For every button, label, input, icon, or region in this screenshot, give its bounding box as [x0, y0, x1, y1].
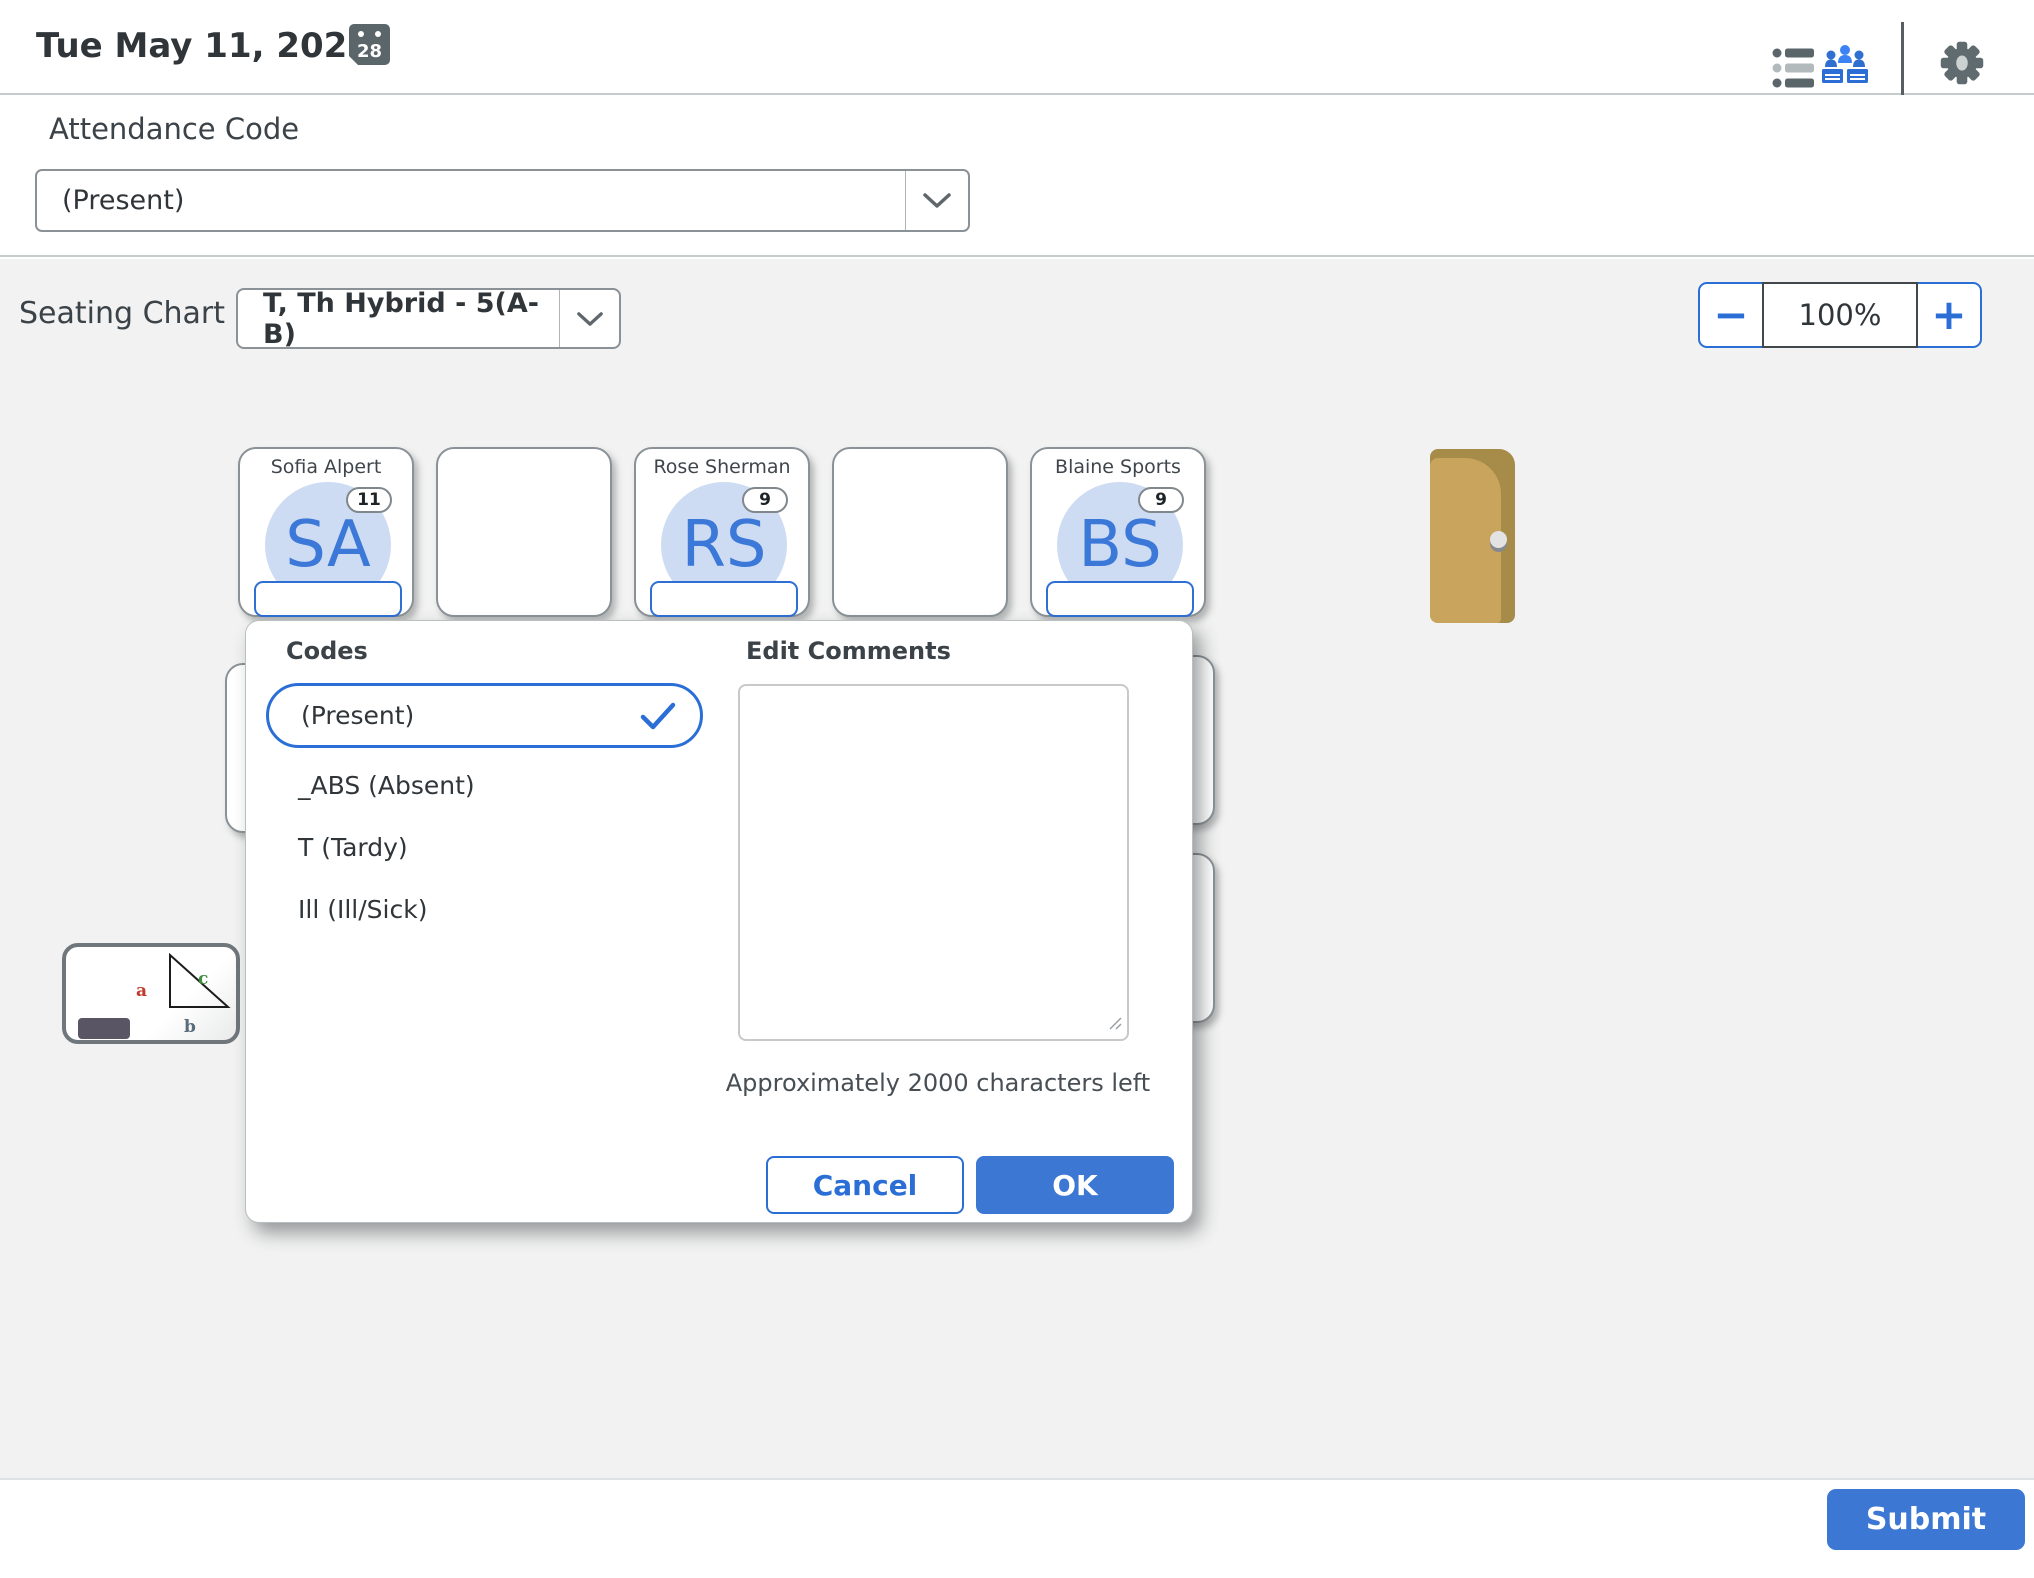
- attendance-code-value: (Present): [37, 185, 905, 216]
- comment-textarea[interactable]: [738, 684, 1129, 1041]
- attendance-code-field[interactable]: [254, 581, 402, 617]
- whiteboard-graphic[interactable]: a c b: [62, 943, 240, 1044]
- avatar-initials: BS: [1078, 508, 1161, 582]
- seat-card-empty[interactable]: [436, 447, 612, 617]
- characters-left-text: Approximately 2000 characters left: [698, 1069, 1178, 1097]
- code-option-label: (Present): [269, 701, 640, 730]
- header-bar: Tue May 11, 2021 28: [0, 0, 2034, 95]
- seat-card-empty[interactable]: [832, 447, 1008, 617]
- grade-badge: 11: [346, 487, 392, 513]
- calendar-fold: [349, 56, 358, 65]
- seating-chart-view-icon[interactable]: [1820, 42, 1870, 96]
- cancel-button[interactable]: Cancel: [766, 1156, 964, 1214]
- calendar-dot: [375, 31, 381, 37]
- calendar-icon[interactable]: 28: [349, 24, 390, 65]
- triangle-drawing: [162, 953, 232, 1015]
- seat-card-blaine-sports[interactable]: BS Blaine Sports 9: [1030, 447, 1206, 617]
- settings-gear-icon[interactable]: [1939, 40, 1985, 90]
- header-divider: [1901, 22, 1904, 102]
- zoom-in-button[interactable]: +: [1916, 282, 1982, 348]
- seat-card-rose-sherman[interactable]: RS Rose Sherman 9: [634, 447, 810, 617]
- door-knob: [1490, 531, 1507, 548]
- code-option-absent[interactable]: _ABS (Absent): [298, 771, 475, 800]
- chevron-down-icon: [559, 290, 619, 347]
- zoom-out-button[interactable]: −: [1698, 282, 1764, 348]
- triangle-label-a: a: [136, 981, 147, 1001]
- footer-bar: Submit: [0, 1478, 2034, 1578]
- chevron-down-icon: [905, 171, 968, 230]
- triangle-label-c: c: [198, 969, 208, 989]
- code-option-tardy[interactable]: T (Tardy): [298, 833, 408, 862]
- code-option-present[interactable]: (Present): [266, 683, 703, 748]
- door-graphic[interactable]: [1430, 449, 1515, 623]
- code-option-ill[interactable]: Ill (Ill/Sick): [298, 895, 427, 924]
- edit-comments-title: Edit Comments: [746, 637, 951, 665]
- submit-button[interactable]: Submit: [1827, 1489, 2025, 1550]
- seating-chart-label: Seating Chart: [19, 296, 225, 331]
- checkmark-icon: [640, 702, 676, 730]
- ok-button[interactable]: OK: [976, 1156, 1174, 1214]
- grade-badge: 9: [1138, 487, 1184, 513]
- codes-title: Codes: [286, 637, 368, 665]
- avatar-initials: RS: [681, 508, 766, 582]
- triangle-label-b: b: [184, 1017, 196, 1037]
- attendance-codes-dialog: Codes (Present) _ABS (Absent) T (Tardy) …: [245, 620, 1193, 1223]
- attendance-code-section: Attendance Code (Present): [0, 95, 2034, 257]
- attendance-app: Tue May 11, 2021 28: [0, 0, 2034, 1578]
- grade-badge: 9: [742, 487, 788, 513]
- whiteboard-eraser: [78, 1018, 130, 1039]
- attendance-code-label: Attendance Code: [49, 112, 299, 146]
- seating-chart-select[interactable]: T, Th Hybrid - 5(A-B): [236, 288, 621, 349]
- attendance-code-field[interactable]: [650, 581, 798, 617]
- attendance-code-field[interactable]: [1046, 581, 1194, 617]
- student-name: Blaine Sports: [1032, 456, 1204, 478]
- date-title: Tue May 11, 2021: [36, 26, 371, 66]
- student-name: Sofia Alpert: [240, 456, 412, 478]
- seating-chart-value: T, Th Hybrid - 5(A-B): [238, 288, 559, 350]
- attendance-code-select[interactable]: (Present): [35, 169, 970, 232]
- student-name: Rose Sherman: [636, 456, 808, 478]
- list-view-icon[interactable]: [1772, 46, 1814, 94]
- avatar-initials: SA: [285, 508, 371, 582]
- zoom-level-input[interactable]: [1762, 282, 1918, 348]
- calendar-dot: [358, 31, 364, 37]
- seat-card-sofia-alpert[interactable]: SA Sofia Alpert 11: [238, 447, 414, 617]
- zoom-control: − +: [1698, 282, 1982, 348]
